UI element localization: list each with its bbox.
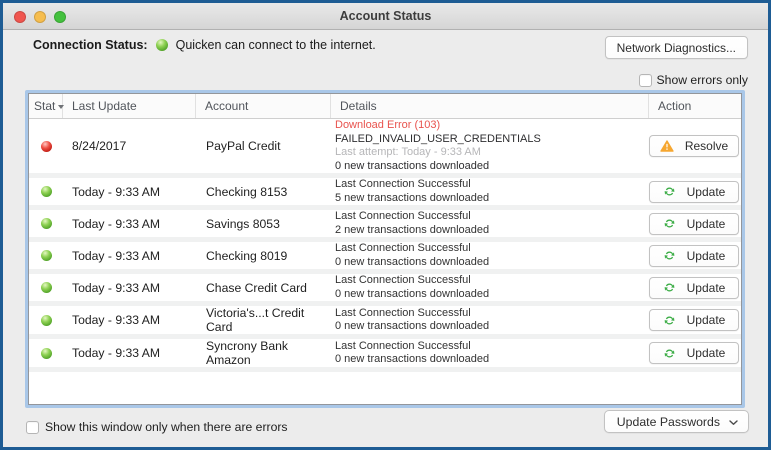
status-ok-icon [41,282,52,293]
update-button[interactable]: Update [649,309,739,331]
refresh-icon [663,281,676,294]
last-update-cell: Today - 9:33 AM [63,346,196,360]
details-cell: Last Connection Successful 5 new transac… [331,178,649,205]
refresh-icon [663,314,676,327]
status-ok-icon [41,186,52,197]
update-button[interactable]: Update [649,342,739,364]
status-ok-icon [41,348,52,359]
update-button[interactable]: Update [649,245,739,267]
column-header-account[interactable]: Account [196,94,331,118]
details-cell: Last Connection Successful 0 new transac… [331,242,649,269]
table-row: 8/24/2017 PayPal Credit Download Error (… [29,119,741,178]
account-cell: Checking 8019 [196,249,331,263]
table-row: Today - 9:33 AM Victoria's...t Credit Ca… [29,306,741,339]
table-header: Stat Last Update Account Details Action [29,94,741,119]
show-errors-only-checkbox[interactable] [639,74,652,87]
transactions-text: 0 new transactions downloaded [335,160,649,174]
title-bar: Account Status [3,3,768,30]
details-cell: Last Connection Successful 0 new transac… [331,307,649,334]
last-attempt-text: Last attempt: Today - 9:33 AM [335,146,649,160]
status-ok-icon [41,250,52,261]
details-cell: Last Connection Successful 2 new transac… [331,210,649,237]
column-header-stat[interactable]: Stat [29,94,63,118]
table-row: Today - 9:33 AM Checking 8153 Last Conne… [29,178,741,210]
connection-status-message: Quicken can connect to the internet. [176,38,376,52]
refresh-icon [663,217,676,230]
show-window-errors-label: Show this window only when there are err… [45,420,288,434]
account-status-window: Account Status Connection Status: Quicke… [0,0,771,450]
last-update-cell: Today - 9:33 AM [63,281,196,295]
last-update-cell: 8/24/2017 [63,139,196,153]
last-update-cell: Today - 9:33 AM [63,249,196,263]
update-button[interactable]: Update [649,181,739,203]
last-update-cell: Today - 9:33 AM [63,217,196,231]
details-cell: Download Error (103) FAILED_INVALID_USER… [331,119,649,173]
connection-ok-icon [156,39,168,51]
account-cell: Victoria's...t Credit Card [196,306,331,334]
connection-status-label: Connection Status: [33,38,148,52]
account-cell: Savings 8053 [196,217,331,231]
accounts-table: Stat Last Update Account Details Action … [25,90,745,408]
account-cell: PayPal Credit [196,139,331,153]
account-cell: Syncrony Bank Amazon [196,339,331,367]
window-title: Account Status [3,3,768,30]
refresh-icon [663,249,676,262]
column-header-last-update[interactable]: Last Update [63,94,196,118]
status-error-icon [41,141,52,152]
resolve-button[interactable]: Resolve [649,135,739,157]
table-row: Today - 9:33 AM Chase Credit Card Last C… [29,274,741,306]
error-code: FAILED_INVALID_USER_CREDENTIALS [335,133,649,147]
error-title: Download Error (103) [335,119,649,133]
status-ok-icon [41,218,52,229]
chevron-down-icon [729,415,738,429]
warning-icon [660,140,674,152]
last-update-cell: Today - 9:33 AM [63,313,196,327]
refresh-icon [663,185,676,198]
table-row: Today - 9:33 AM Syncrony Bank Amazon Las… [29,339,741,372]
account-cell: Chase Credit Card [196,281,331,295]
show-errors-only-label: Show errors only [657,73,748,87]
show-window-errors-checkbox[interactable] [26,421,39,434]
column-header-action[interactable]: Action [649,94,741,118]
status-ok-icon [41,315,52,326]
last-update-cell: Today - 9:33 AM [63,185,196,199]
table-row: Today - 9:33 AM Savings 8053 Last Connec… [29,210,741,242]
refresh-icon [663,347,676,360]
update-button[interactable]: Update [649,277,739,299]
update-button[interactable]: Update [649,213,739,235]
details-cell: Last Connection Successful 0 new transac… [331,340,649,367]
details-cell: Last Connection Successful 0 new transac… [331,274,649,301]
update-passwords-dropdown[interactable]: Update Passwords [604,410,749,433]
table-row: Today - 9:33 AM Checking 8019 Last Conne… [29,242,741,274]
show-window-errors-control: Show this window only when there are err… [26,420,288,434]
show-errors-only-control: Show errors only [639,73,748,87]
connection-status-row: Connection Status: Quicken can connect t… [33,38,376,52]
column-header-details[interactable]: Details [331,94,649,118]
account-cell: Checking 8153 [196,185,331,199]
network-diagnostics-button[interactable]: Network Diagnostics... [605,36,748,59]
